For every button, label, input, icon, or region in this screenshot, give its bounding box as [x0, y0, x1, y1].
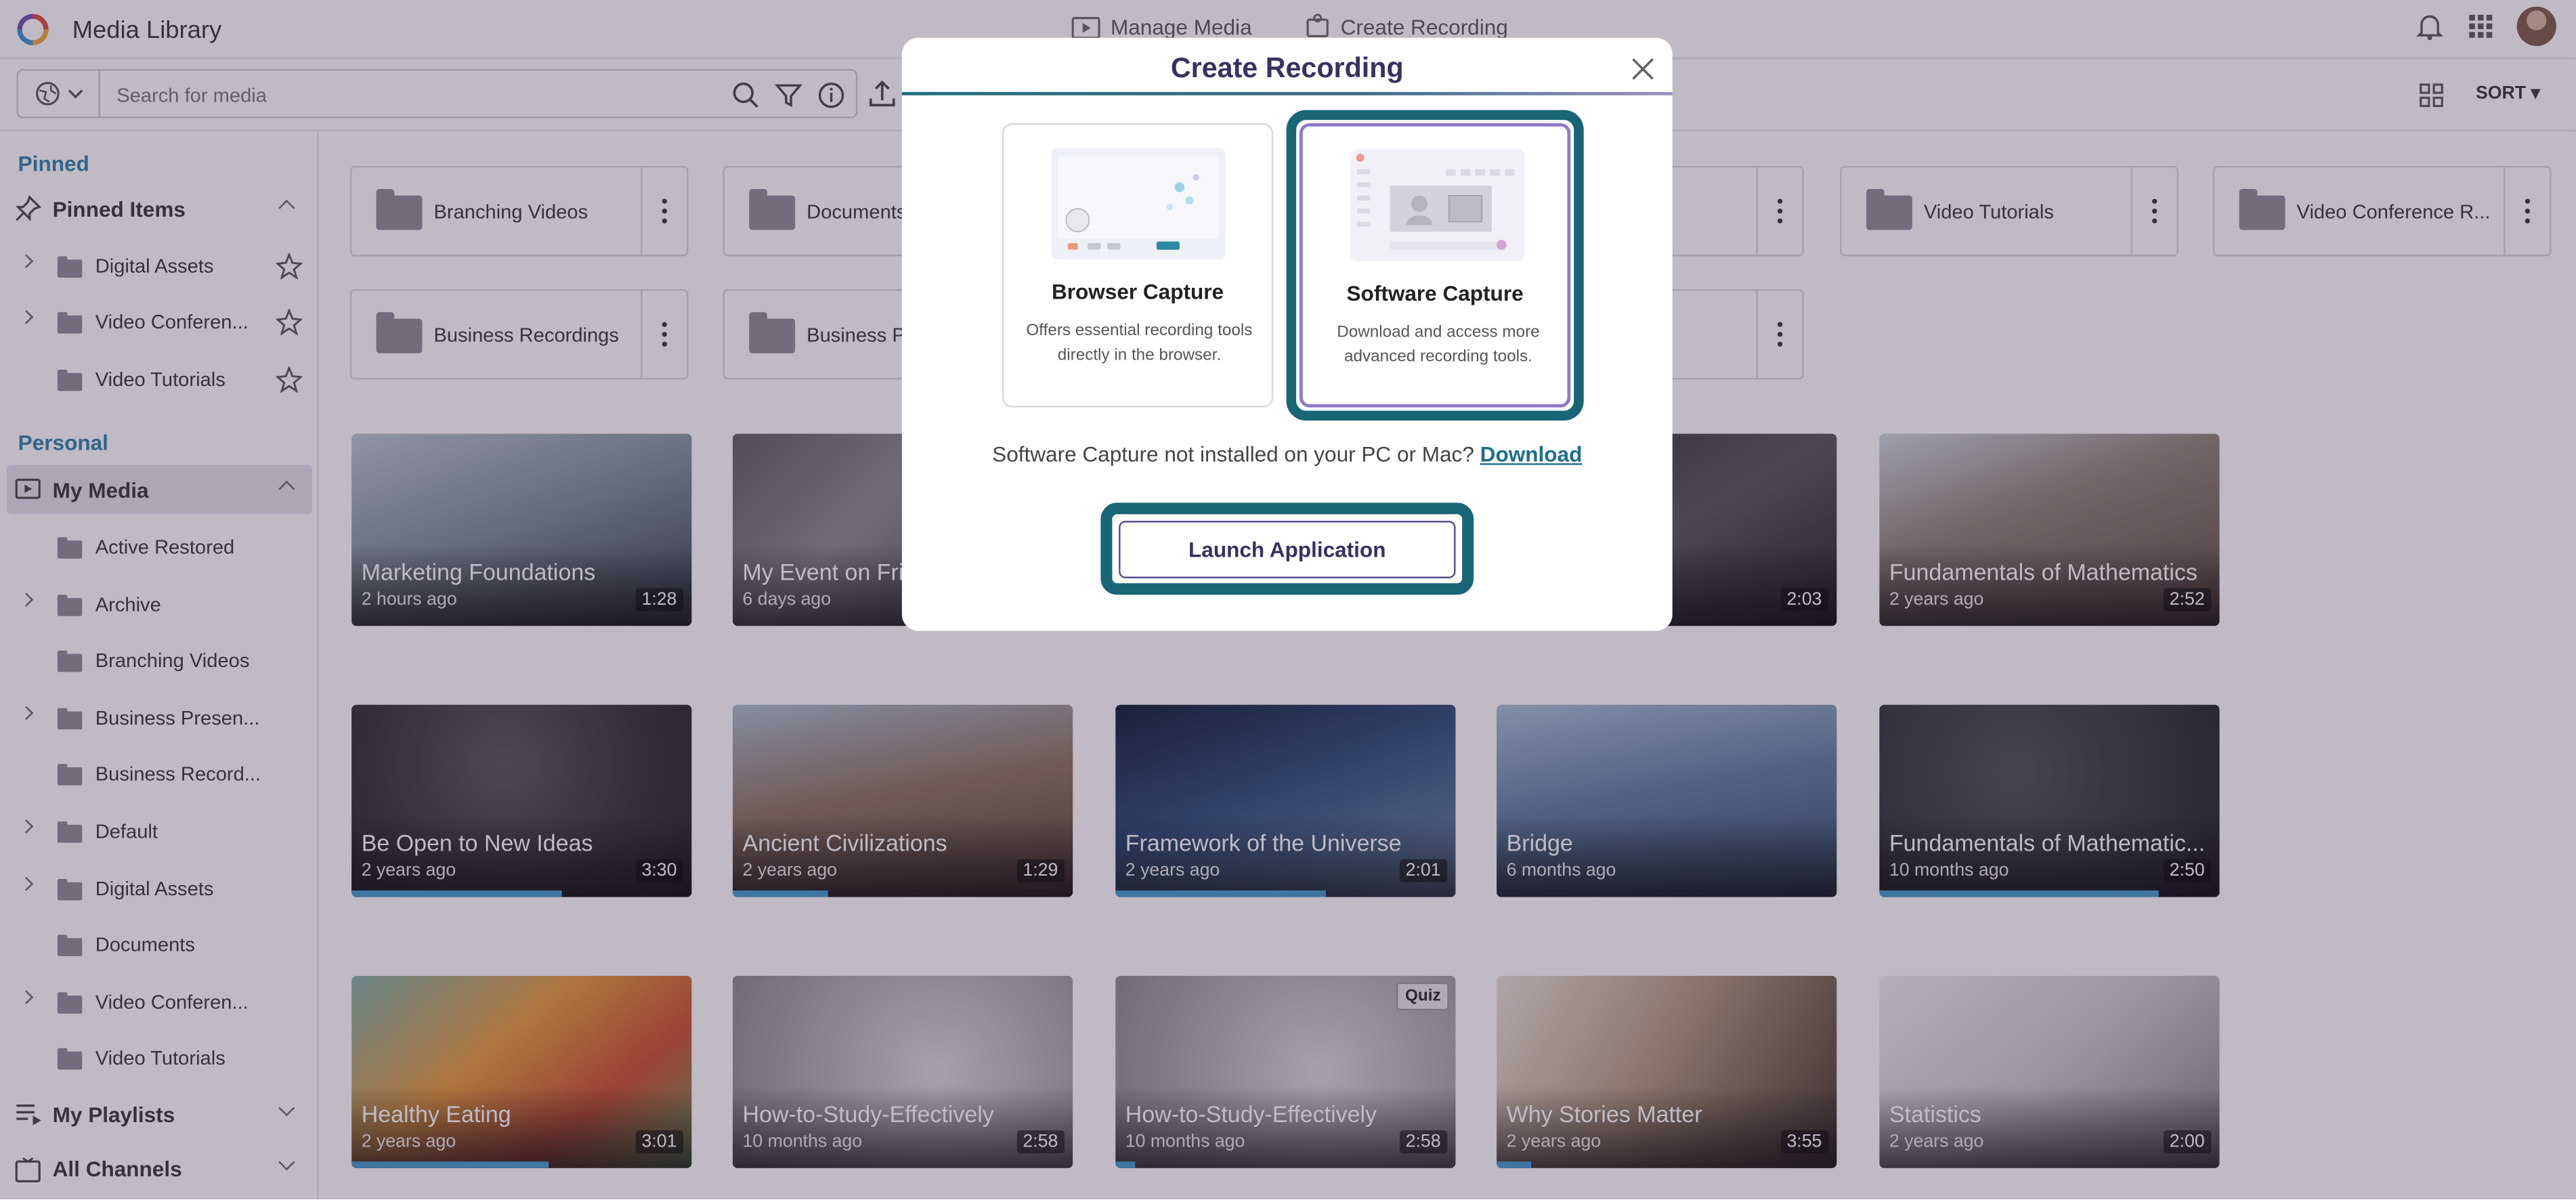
dialog-title: Create Recording [1170, 52, 1404, 84]
software-capture-description: Download and access more advanced record… [1337, 323, 1540, 366]
browser-capture-title: Browser Capture [1051, 279, 1224, 304]
launch-application-button[interactable]: Launch Application [1119, 521, 1456, 578]
browser-capture-illustration [1051, 148, 1226, 260]
browser-capture-option[interactable]: Browser Capture Offers essential recordi… [1002, 123, 1274, 408]
install-note: Software Capture not installed on your P… [902, 442, 1673, 467]
download-link[interactable]: Download [1480, 442, 1583, 467]
software-capture-option[interactable]: Software Capture Download and access mor… [1286, 110, 1584, 421]
screen: Media Library Manage Media Create Record… [0, 0, 2576, 1199]
software-capture-title: Software Capture [1346, 280, 1524, 306]
dialog-divider [901, 91, 1673, 95]
software-capture-illustration [1350, 149, 1525, 261]
install-note-text: Software Capture not installed on your P… [992, 442, 1474, 467]
browser-capture-description: Offers essential recording tools directl… [1026, 322, 1253, 365]
create-recording-dialog: Create Recording Browser Capture Offers … [901, 37, 1673, 631]
close-icon[interactable] [1630, 56, 1656, 82]
